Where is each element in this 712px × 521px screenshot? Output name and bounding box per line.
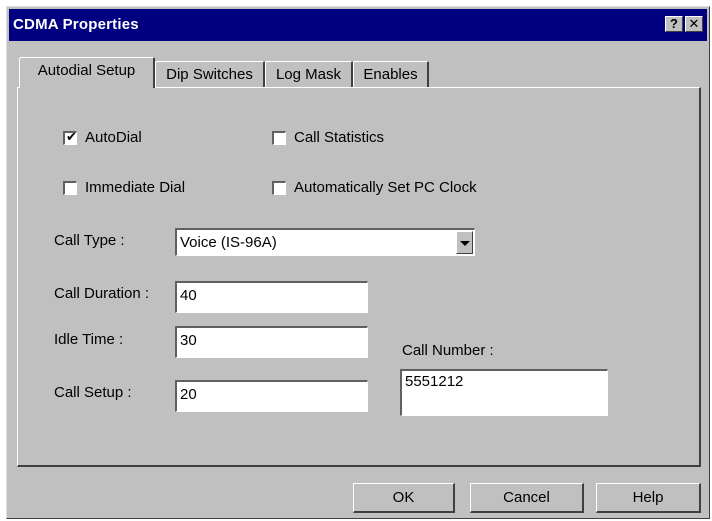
call-duration-label: Call Duration : xyxy=(54,285,150,302)
tab-autodial-setup[interactable]: Autodial Setup xyxy=(19,57,155,88)
auto-set-clock-checkbox[interactable] xyxy=(272,181,286,195)
idle-time-value: 30 xyxy=(180,332,197,349)
call-type-dropdown-button[interactable] xyxy=(456,231,473,254)
call-duration-value: 40 xyxy=(180,287,197,304)
tab-log-mask[interactable]: Log Mask xyxy=(265,61,353,88)
window-title: CDMA Properties xyxy=(13,16,139,33)
call-statistics-label[interactable]: Call Statistics xyxy=(294,129,384,146)
call-number-input[interactable]: 5551212 xyxy=(400,369,608,416)
cancel-button[interactable]: Cancel xyxy=(470,483,584,513)
close-icon[interactable]: ✕ xyxy=(685,16,703,32)
autodial-setup-panel: ✔ AutoDial Call Statistics Immediate Dia… xyxy=(17,87,701,467)
auto-set-clock-label[interactable]: Automatically Set PC Clock xyxy=(294,179,477,196)
call-statistics-checkbox[interactable] xyxy=(272,131,286,145)
help-button[interactable]: Help xyxy=(596,483,701,513)
idle-time-input[interactable]: 30 xyxy=(175,326,368,358)
call-type-label: Call Type : xyxy=(54,232,125,249)
chevron-down-icon xyxy=(460,241,470,246)
call-number-label: Call Number : xyxy=(402,342,494,359)
idle-time-label: Idle Time : xyxy=(54,331,124,348)
call-duration-input[interactable]: 40 xyxy=(175,281,368,313)
autodial-label[interactable]: AutoDial xyxy=(85,129,142,146)
call-setup-label: Call Setup : xyxy=(54,384,132,401)
call-number-value: 5551212 xyxy=(405,373,464,390)
immediate-dial-label[interactable]: Immediate Dial xyxy=(85,179,185,196)
call-setup-value: 20 xyxy=(180,386,197,403)
check-icon: ✔ xyxy=(66,129,77,144)
cdma-properties-dialog: CDMA Properties ? ✕ Autodial Setup Dip S… xyxy=(6,6,710,519)
immediate-dial-checkbox[interactable] xyxy=(63,181,77,195)
autodial-checkbox[interactable]: ✔ xyxy=(63,129,77,145)
help-icon[interactable]: ? xyxy=(665,16,683,32)
call-setup-input[interactable]: 20 xyxy=(175,380,368,412)
ok-button[interactable]: OK xyxy=(353,483,455,513)
call-type-select[interactable]: Voice (IS-96A) xyxy=(175,228,475,256)
call-type-value: Voice (IS-96A) xyxy=(180,234,277,251)
title-bar[interactable]: CDMA Properties ? ✕ xyxy=(9,9,707,41)
tab-dip-switches[interactable]: Dip Switches xyxy=(155,61,265,88)
tab-enables[interactable]: Enables xyxy=(353,61,429,88)
